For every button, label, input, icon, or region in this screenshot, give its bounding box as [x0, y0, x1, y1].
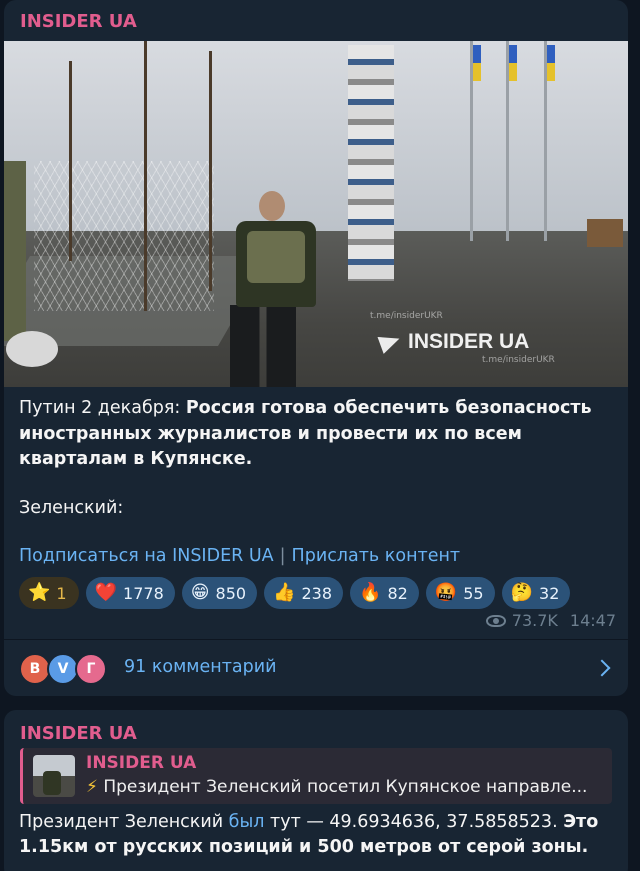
post-links: Подписаться на INSIDER UA | Прислать конте… [19, 546, 460, 566]
chevron-right-icon [593, 659, 611, 677]
post-text-second: Зеленский: [19, 498, 124, 518]
photo-pole [144, 41, 147, 311]
reaction-thinking[interactable]: 🤔 32 [501, 577, 571, 609]
reaction-thumbs-up[interactable]: 👍 238 [264, 577, 344, 609]
photo-person-legs [230, 305, 296, 387]
quote-channel-name: INSIDER UA [86, 753, 197, 773]
photo-pole [209, 51, 212, 291]
photo-sign-pillar [348, 45, 394, 281]
photo-flag [473, 45, 481, 81]
post-time: 14:47 [569, 611, 616, 630]
reaction-star[interactable]: ⭐ 1 [19, 577, 79, 609]
heart-icon: ❤️ [94, 582, 118, 603]
channel-post: INSIDER UA INSIDER UA ⚡ Президент Зеленс… [4, 710, 628, 871]
watermark-small-top: t.me/insiderUKR [370, 311, 443, 321]
avatar: Г [75, 653, 107, 685]
photo-fence [34, 161, 214, 311]
reply-quote[interactable]: INSIDER UA ⚡ Президент Зеленский посетил… [20, 748, 612, 804]
photo-pole [69, 61, 72, 261]
post-text-prefix: Путин 2 декабря: [19, 398, 186, 418]
eye-icon [485, 614, 506, 627]
grin-icon: 😁 [190, 582, 210, 603]
reaction-count: 1 [56, 583, 67, 603]
photo-person-vest [247, 231, 305, 283]
reaction-count: 850 [215, 583, 247, 603]
fire-icon: 🔥 [359, 582, 382, 603]
telegram-plane-icon [377, 330, 403, 354]
channel-post: INSIDER UA t.me/insiderUKR INSIDER UA t.… [4, 0, 628, 696]
thumbs-up-icon: 👍 [273, 582, 296, 603]
reaction-count: 32 [539, 583, 560, 603]
reaction-count: 238 [301, 583, 333, 603]
reaction-grin[interactable]: 😁 850 [181, 577, 258, 609]
photo-person-head [259, 191, 285, 221]
quote-text-body: Президент Зеленский посетил Купянское на… [103, 777, 588, 797]
thumbnail-figure [43, 771, 61, 795]
subscribe-link[interactable]: Подписаться на INSIDER UA [19, 546, 274, 566]
post-meta: 73.7K 14:47 [485, 611, 616, 630]
reaction-count: 82 [387, 583, 408, 603]
photo-flag [547, 45, 555, 81]
comments-label: 91 комментарий [124, 657, 277, 677]
quote-text: ⚡ Президент Зеленский посетил Купянское … [86, 777, 606, 797]
watermark: INSIDER UA [377, 330, 530, 354]
angry-icon: 🤬 [434, 582, 458, 603]
reaction-angry[interactable]: 🤬 55 [425, 577, 495, 609]
post-photo[interactable]: t.me/insiderUKR INSIDER UA t.me/insiderU… [4, 41, 628, 387]
reaction-heart[interactable]: ❤️ 1778 [85, 577, 175, 609]
coordinates-link[interactable]: был [229, 812, 265, 832]
photo-rock [6, 331, 58, 367]
lightning-icon: ⚡ [86, 777, 98, 797]
watermark-small-bottom: t.me/insiderUKR [482, 355, 555, 365]
send-content-link[interactable]: Прислать контент [292, 546, 461, 566]
channel-name[interactable]: INSIDER UA [20, 723, 137, 744]
reactions-bar: ⭐ 1 ❤️ 1778 😁 850 👍 238 🔥 82 🤬 55 🤔 32 [19, 577, 571, 609]
photo-soldier [4, 161, 26, 341]
commenter-avatars: В V Г [19, 653, 109, 685]
link-separator: | [279, 546, 286, 566]
post-text: Президент Зеленский был тут — 49.6934636… [19, 810, 619, 860]
photo-bench [587, 219, 623, 247]
photo-flag [509, 45, 517, 81]
quote-thumbnail [33, 755, 75, 797]
reaction-count: 1778 [123, 583, 164, 603]
thinking-icon: 🤔 [510, 582, 534, 603]
comments-button[interactable]: В V Г 91 комментарий [4, 640, 628, 696]
post-text-part2: тут — 49.6934636, 37.5858523. [264, 812, 564, 832]
watermark-text: INSIDER UA [408, 330, 530, 353]
reaction-count: 55 [463, 583, 484, 603]
channel-name[interactable]: INSIDER UA [20, 11, 137, 32]
reaction-fire[interactable]: 🔥 82 [350, 577, 419, 609]
post-text: Путин 2 декабря: Россия готова обеспечит… [19, 396, 619, 473]
view-count: 73.7K [511, 611, 558, 630]
post-text-part1: Президент Зеленский [19, 812, 229, 832]
star-icon: ⭐ [28, 582, 51, 603]
